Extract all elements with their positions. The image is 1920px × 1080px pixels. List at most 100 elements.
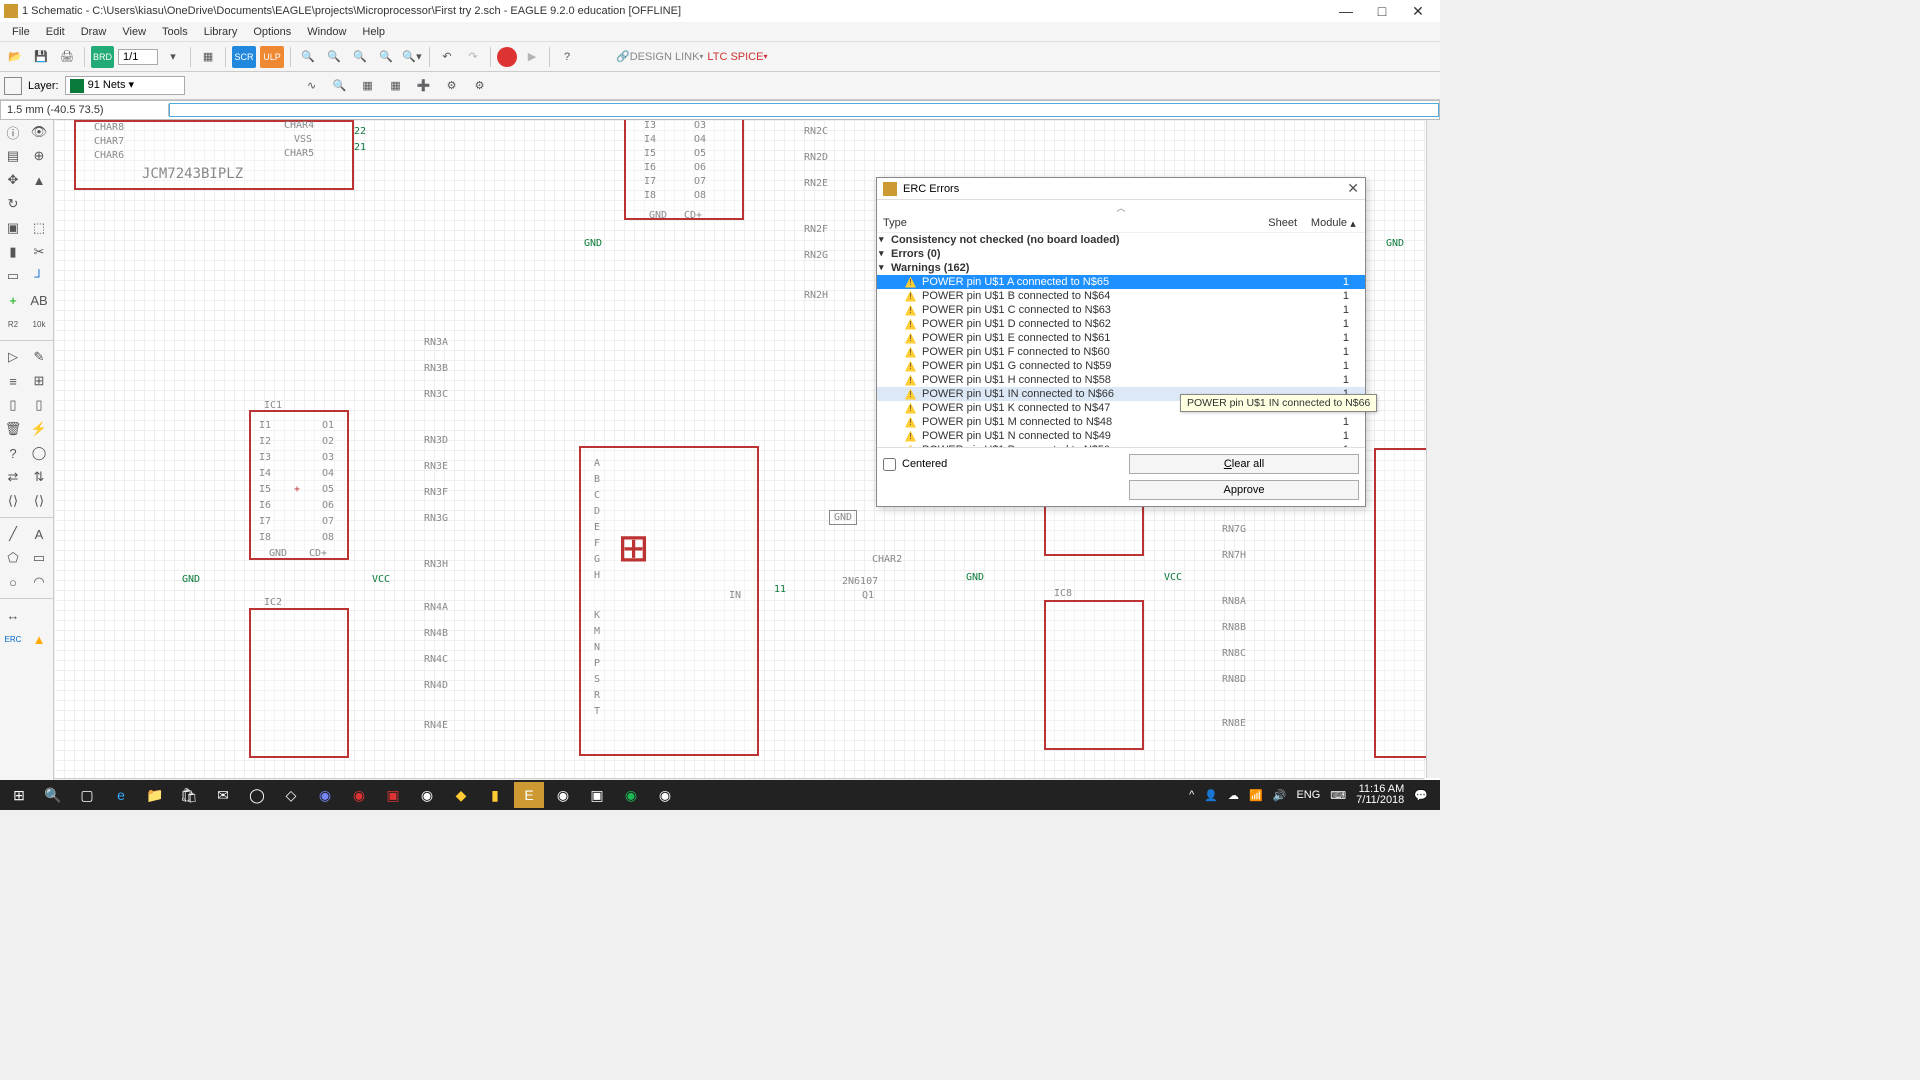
mirror-icon[interactable]: ▲ bbox=[26, 168, 52, 192]
tray-keyboard-icon[interactable]: ⌨ bbox=[1330, 789, 1346, 802]
erc-item[interactable]: !POWER pin U$1 G connected to N$591 bbox=[877, 359, 1365, 373]
open-icon[interactable]: 📂 bbox=[4, 46, 26, 68]
scr-button[interactable]: SCR bbox=[232, 46, 256, 68]
redraw-icon[interactable]: 🔍▾ bbox=[401, 46, 423, 68]
gear2-icon[interactable]: ⚙ bbox=[469, 75, 491, 97]
scroll-up-icon[interactable]: ▴ bbox=[1347, 217, 1359, 230]
redo-icon[interactable]: ↷ bbox=[462, 46, 484, 68]
menu-edit[interactable]: Edit bbox=[38, 26, 73, 38]
erc-list[interactable]: Consistency not checked (no board loaded… bbox=[877, 233, 1365, 447]
net-icon[interactable]: ≡ bbox=[0, 369, 26, 393]
zoom-fit-icon[interactable]: 🔍 bbox=[349, 46, 371, 68]
tray-clock[interactable]: 11:16 AM 7/11/2018 bbox=[1356, 784, 1404, 806]
grid-snap-icon[interactable]: ▦ bbox=[385, 75, 407, 97]
paste-icon[interactable]: ▮ bbox=[0, 240, 26, 264]
save-icon[interactable]: 💾 bbox=[30, 46, 52, 68]
erc-item[interactable]: !POWER pin U$1 C connected to N$631 bbox=[877, 303, 1365, 317]
move-icon[interactable]: ✥ bbox=[0, 168, 26, 192]
wire-style-icon[interactable]: ∿ bbox=[301, 75, 323, 97]
mail-icon[interactable]: ✉ bbox=[208, 782, 238, 808]
tray-lang[interactable]: ENG bbox=[1296, 789, 1320, 801]
zoom-select-icon[interactable]: 🔍 bbox=[375, 46, 397, 68]
find-icon[interactable]: 🔍 bbox=[329, 75, 351, 97]
mark-icon[interactable]: ⊕ bbox=[26, 144, 52, 168]
app-icon[interactable]: ◇ bbox=[276, 782, 306, 808]
arc-icon[interactable]: ◠ bbox=[26, 570, 52, 594]
app3-icon[interactable]: ◆ bbox=[446, 782, 476, 808]
store-icon[interactable]: 🛍 bbox=[174, 782, 204, 808]
tray-notif-icon[interactable]: 💬 bbox=[1414, 789, 1428, 802]
approve-button[interactable]: Approve bbox=[1129, 480, 1359, 500]
menu-draw[interactable]: Draw bbox=[73, 26, 115, 38]
eagle-icon[interactable]: E bbox=[514, 782, 544, 808]
col-sheet[interactable]: Sheet bbox=[1247, 217, 1297, 230]
tray-wifi-icon[interactable]: 📶 bbox=[1249, 789, 1263, 802]
add-icon[interactable]: ➕ bbox=[413, 75, 435, 97]
trash-icon[interactable]: 🗑 bbox=[0, 417, 26, 441]
menu-help[interactable]: Help bbox=[354, 26, 393, 38]
minimize-button[interactable]: — bbox=[1328, 3, 1364, 19]
search-icon[interactable]: 🔍 bbox=[38, 782, 68, 808]
menu-tools[interactable]: Tools bbox=[154, 26, 196, 38]
junction-icon[interactable]: ▯ bbox=[0, 393, 26, 417]
dim-icon[interactable]: ↔ bbox=[0, 603, 26, 627]
maximize-button[interactable]: □ bbox=[1364, 3, 1400, 19]
info-icon[interactable]: ⓘ bbox=[0, 120, 26, 144]
group-consistency[interactable]: Consistency not checked (no board loaded… bbox=[877, 233, 1365, 247]
warn-icon[interactable]: ▲ bbox=[26, 627, 52, 651]
copy-icon[interactable]: ▣ bbox=[0, 216, 26, 240]
stop-icon[interactable] bbox=[497, 47, 517, 67]
collapse-handle[interactable]: ︿ bbox=[877, 200, 1365, 215]
erc-item[interactable]: !POWER pin U$1 M connected to N$481 bbox=[877, 415, 1365, 429]
pinswap-icon[interactable]: ⇄ bbox=[0, 465, 26, 489]
print-icon[interactable]: 🖨 bbox=[56, 46, 78, 68]
run-icon[interactable]: ▷ bbox=[0, 345, 26, 369]
command-input[interactable] bbox=[170, 104, 1438, 116]
erc-icon[interactable]: ERC bbox=[0, 627, 26, 651]
line-icon[interactable]: ╱ bbox=[0, 522, 26, 546]
help-icon[interactable]: ? bbox=[556, 46, 578, 68]
erc-item[interactable]: !POWER pin U$1 H connected to N$581 bbox=[877, 373, 1365, 387]
pen-icon[interactable]: ✎ bbox=[26, 345, 52, 369]
menu-view[interactable]: View bbox=[114, 26, 154, 38]
layer-select[interactable]: 91 Nets ▾ bbox=[65, 76, 185, 94]
adobe-icon[interactable]: ▣ bbox=[378, 782, 408, 808]
col-type[interactable]: Type bbox=[883, 217, 1247, 230]
junction2-icon[interactable]: ▯ bbox=[26, 393, 52, 417]
menu-file[interactable]: File bbox=[4, 26, 38, 38]
taskview-icon[interactable]: ▢ bbox=[72, 782, 102, 808]
name-icon[interactable]: AB bbox=[26, 288, 52, 312]
board-button[interactable]: BRD bbox=[91, 46, 114, 68]
group-errors[interactable]: Errors (0) bbox=[877, 247, 1365, 261]
close-button[interactable]: ✕ bbox=[1400, 3, 1436, 20]
edge-icon[interactable]: e bbox=[106, 782, 136, 808]
chrome-icon[interactable]: ◯ bbox=[242, 782, 272, 808]
cut-icon[interactable]: ✂ bbox=[26, 240, 52, 264]
zoom-out-icon[interactable]: 🔍 bbox=[323, 46, 345, 68]
discord-icon[interactable]: ◉ bbox=[310, 782, 340, 808]
erc-item[interactable]: !POWER pin U$1 P connected to N$501 bbox=[877, 443, 1365, 447]
spotify-icon[interactable]: ◉ bbox=[616, 782, 646, 808]
start-button[interactable]: ⊞ bbox=[4, 782, 34, 808]
menu-options[interactable]: Options bbox=[245, 26, 299, 38]
circle-icon[interactable]: ○ bbox=[0, 570, 26, 594]
eye-icon[interactable]: 👁 bbox=[26, 120, 52, 144]
group-warnings[interactable]: Warnings (162) bbox=[877, 261, 1365, 275]
erc-item[interactable]: !POWER pin U$1 D connected to N$621 bbox=[877, 317, 1365, 331]
vscrollbar[interactable] bbox=[1426, 120, 1440, 778]
group-icon[interactable]: ⬚ bbox=[26, 216, 52, 240]
steam-icon[interactable]: ◉ bbox=[412, 782, 442, 808]
erc-item[interactable]: !POWER pin U$1 B connected to N$641 bbox=[877, 289, 1365, 303]
designlink-button[interactable]: 🔗DESIGN LINK▾ bbox=[616, 46, 703, 68]
menu-library[interactable]: Library bbox=[196, 26, 246, 38]
value-icon[interactable]: R2 bbox=[0, 312, 26, 336]
menu-window[interactable]: Window bbox=[299, 26, 354, 38]
invoke-icon[interactable]: ⟨⟩ bbox=[26, 489, 52, 513]
poly-icon[interactable]: ⬠ bbox=[0, 546, 26, 570]
circle-tool-icon[interactable]: ◯ bbox=[26, 441, 52, 465]
centered-checkbox[interactable] bbox=[883, 458, 896, 471]
wire-icon[interactable]: ┘ bbox=[26, 264, 52, 288]
app5-icon[interactable]: ▣ bbox=[582, 782, 612, 808]
rect-icon[interactable]: ▭ bbox=[26, 546, 52, 570]
replace-icon[interactable]: 10k bbox=[26, 312, 52, 336]
